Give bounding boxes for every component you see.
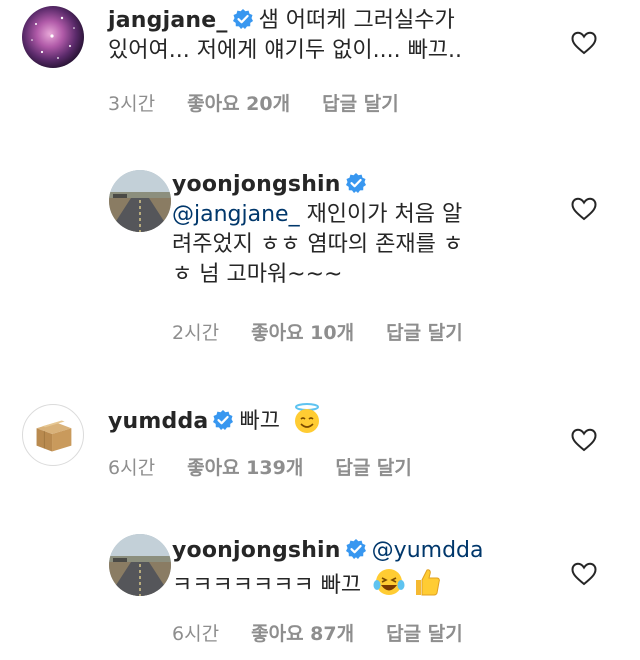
mention-link[interactable]: @jangjane_ (172, 202, 300, 227)
like-count[interactable]: 좋아요 20개 (187, 93, 290, 115)
username[interactable]: yumdda (108, 409, 208, 434)
comment-text: yoonjongshin @yumdda ㅋㅋㅋㅋㅋㅋㅋ 빠끄 (172, 536, 562, 601)
comment-line: 빠끄 (239, 409, 280, 434)
comment-text: yoonjongshin @jangjane_ 재인이가 처음 알 려주었지 ㅎ… (172, 170, 552, 290)
verified-badge-icon (344, 172, 367, 194)
comment-text: jangjane_ 샘 어떠케 그러실수가 있어여... 저에게 얘기두 없이..… (108, 6, 578, 66)
like-count[interactable]: 좋아요 139개 (187, 457, 303, 479)
comment-line: 려주었지 ㅎㅎ 염따의 존재를 ㅎ (172, 232, 464, 257)
comment-text: yumdda 빠끄 (108, 402, 548, 437)
reply-button[interactable]: 답글 달기 (335, 457, 412, 479)
comment-meta: 6시간 좋아요 139개 답글 달기 (108, 453, 438, 480)
timestamp: 2시간 (172, 322, 220, 344)
smiling-face-with-halo-emoji (294, 403, 319, 433)
galaxy-avatar-icon[interactable] (22, 6, 84, 68)
comment-line: 샘 어떠케 그러실수가 (258, 8, 455, 33)
laughing-tears-emoji (373, 569, 405, 595)
comment-meta: 3시간 좋아요 20개 답글 달기 (108, 89, 425, 116)
comment-line: ㅋㅋㅋㅋㅋㅋㅋ 빠끄 (172, 573, 362, 598)
timestamp: 3시간 (108, 93, 156, 115)
comment-meta: 2시간 좋아요 10개 답글 달기 (172, 318, 489, 345)
like-count[interactable]: 좋아요 10개 (251, 322, 354, 344)
heart-outline-icon[interactable] (571, 428, 597, 452)
comment-meta: 6시간 좋아요 87개 답글 달기 (172, 619, 489, 646)
mention-link[interactable]: @yumdda (372, 538, 484, 563)
cardboard-box-avatar-icon[interactable] (22, 404, 84, 466)
verified-badge-icon (344, 538, 367, 560)
verified-badge-icon (212, 409, 235, 431)
road-avatar-icon[interactable] (109, 170, 171, 232)
username[interactable]: yoonjongshin (172, 172, 341, 197)
comment-line: 재인이가 처음 알 (299, 202, 463, 227)
comment-line: ㅎ 넘 고마워~~~ (172, 262, 343, 287)
thumbs-up-emoji (416, 569, 441, 596)
timestamp: 6시간 (172, 623, 220, 645)
road-avatar-icon[interactable] (109, 534, 171, 596)
timestamp: 6시간 (108, 457, 156, 479)
reply-button[interactable]: 답글 달기 (322, 93, 399, 115)
username[interactable]: jangjane_ (108, 8, 228, 33)
reply-button[interactable]: 답글 달기 (386, 322, 463, 344)
verified-badge-icon (231, 8, 254, 30)
heart-outline-icon[interactable] (571, 197, 597, 221)
like-count[interactable]: 좋아요 87개 (251, 623, 354, 645)
heart-outline-icon[interactable] (571, 31, 597, 55)
reply-button[interactable]: 답글 달기 (386, 623, 463, 645)
username[interactable]: yoonjongshin (172, 538, 341, 563)
heart-outline-icon[interactable] (571, 562, 597, 586)
comment-line: 있어여... 저에게 얘기두 없이.... 빠끄.. (108, 38, 463, 63)
